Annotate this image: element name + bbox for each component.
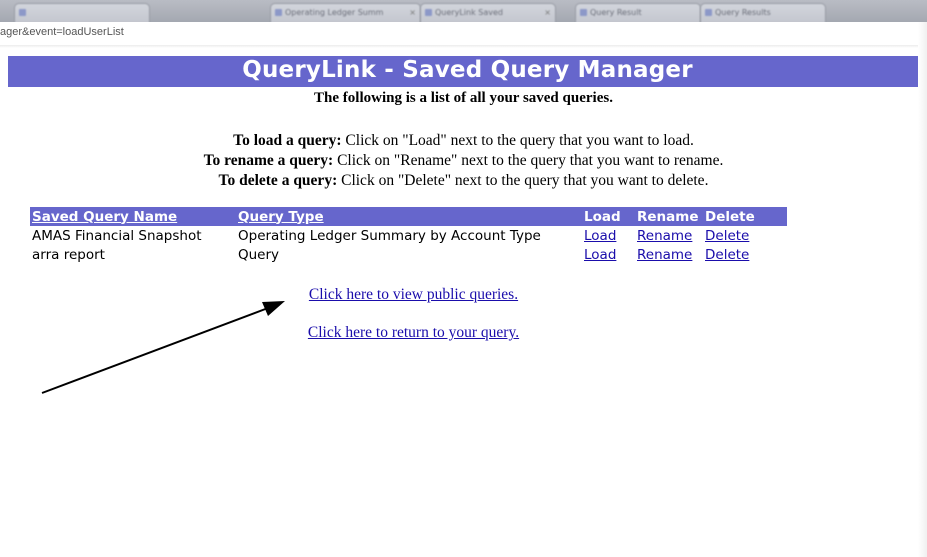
browser-tab[interactable]: Query Results <box>700 3 826 22</box>
tab-favicon-icon <box>580 9 587 16</box>
tab-close-icon[interactable]: × <box>409 4 416 22</box>
rename-link[interactable]: Rename <box>637 247 692 263</box>
query-type-cell: Query <box>238 246 280 263</box>
tab-favicon-icon <box>275 9 282 16</box>
instructions: To load a query: Click on "Load" next to… <box>0 131 927 191</box>
header-saved-query-name[interactable]: Saved Query Name <box>30 207 236 226</box>
header-rename: Rename <box>635 207 703 226</box>
page-content: QueryLink - Saved Query Manager The foll… <box>0 48 927 557</box>
table-header-row: Saved Query Name Query Type Load Rename … <box>30 207 787 226</box>
header-delete: Delete <box>703 207 787 226</box>
instruction-delete-label: To delete a query: <box>218 172 338 189</box>
browser-tab[interactable]: Operating Ledger Summ × <box>270 3 421 22</box>
tab-close-icon[interactable]: × <box>544 4 551 22</box>
instruction-delete: To delete a query: Click on "Delete" nex… <box>0 171 927 191</box>
instruction-rename: To rename a query: Click on "Rename" nex… <box>0 151 927 171</box>
browser-tab-label: Operating Ledger Summ <box>285 8 384 17</box>
table-row: arra report Query Load Rename Delete <box>30 245 787 264</box>
browser-tab[interactable]: Query Result <box>575 3 701 22</box>
instruction-load-label: To load a query: <box>233 132 342 149</box>
header-load: Load <box>582 207 635 226</box>
browser-tab-label: Query Results <box>715 8 771 17</box>
instruction-rename-label: To rename a query: <box>203 152 334 169</box>
tab-favicon-icon <box>19 9 26 16</box>
view-public-queries-link[interactable]: Click here to view public queries. <box>0 286 827 304</box>
instruction-delete-text: Click on "Delete" next to the query that… <box>337 172 709 189</box>
rename-link[interactable]: Rename <box>637 228 692 244</box>
instruction-load: To load a query: Click on "Load" next to… <box>0 131 927 151</box>
load-link[interactable]: Load <box>584 247 616 263</box>
browser-tab-strip: Operating Ledger Summ × QueryLink Saved … <box>0 0 927 22</box>
return-to-query-link[interactable]: Click here to return to your query. <box>0 324 827 342</box>
browser-tab-label: QueryLink Saved <box>435 8 503 17</box>
delete-link[interactable]: Delete <box>705 247 749 263</box>
header-query-type[interactable]: Query Type <box>236 207 582 226</box>
browser-tab-label: Query Result <box>590 8 642 17</box>
address-bar-url[interactable]: ager&event=loadUserList <box>0 26 124 38</box>
instruction-load-text: Click on "Load" next to the query that y… <box>341 132 694 149</box>
window-edge-shadow <box>918 22 927 557</box>
table-row: AMAS Financial Snapshot Operating Ledger… <box>30 226 787 245</box>
query-name-cell: arra report <box>32 246 105 263</box>
saved-queries-table: Saved Query Name Query Type Load Rename … <box>30 207 787 264</box>
instruction-rename-text: Click on "Rename" next to the query that… <box>333 152 724 169</box>
query-name-cell: AMAS Financial Snapshot <box>32 227 202 244</box>
browser-tab[interactable]: QueryLink Saved × <box>420 3 556 22</box>
page-title: QueryLink - Saved Query Manager <box>242 57 693 83</box>
tab-favicon-icon <box>425 9 432 16</box>
query-type-cell: Operating Ledger Summary by Account Type <box>238 227 541 244</box>
title-banner: QueryLink - Saved Query Manager <box>8 56 927 87</box>
browser-tab[interactable] <box>14 3 150 22</box>
delete-link[interactable]: Delete <box>705 228 749 244</box>
address-bar[interactable]: ager&event=loadUserList <box>0 22 927 46</box>
load-link[interactable]: Load <box>584 228 616 244</box>
tab-favicon-icon <box>705 9 712 16</box>
page-subtitle: The following is a list of all your save… <box>314 90 613 106</box>
